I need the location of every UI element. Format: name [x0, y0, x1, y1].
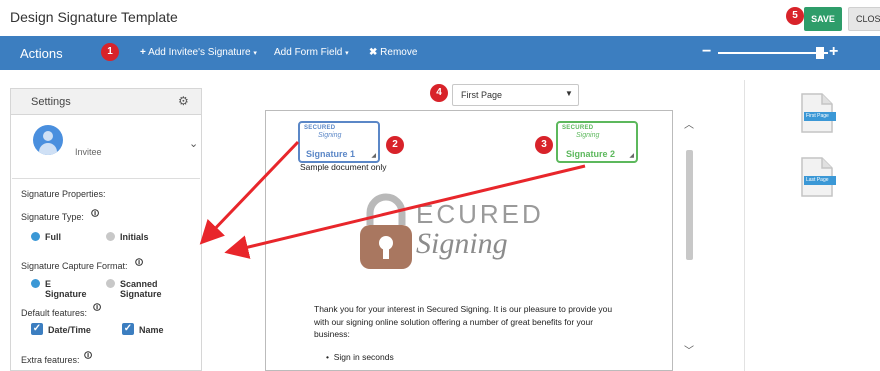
signature-properties-label: Signature Properties: [21, 189, 106, 199]
bullet-text: Sign in seconds [333, 352, 394, 362]
scroll-up-icon[interactable]: ︿ [682, 116, 696, 131]
e-signature-line1: E [45, 279, 52, 289]
signature-field-logo-script: Signing [576, 132, 600, 139]
gears-icon[interactable]: ⚙ [178, 94, 189, 108]
title-bar: Design Signature Template SAVE CLOSE 5 [0, 0, 880, 36]
signature-type-label: Signature Type: [21, 212, 84, 222]
add-form-field-label: Add Form Field [274, 47, 343, 58]
plus-icon: + [140, 47, 146, 58]
paragraph-line: Thank you for your interest in Secured S… [314, 304, 613, 314]
add-form-field-menu[interactable]: Add Form Field ▾ [274, 47, 349, 58]
radio-initials-label: Initials [120, 232, 149, 242]
zoom-slider-track[interactable] [718, 52, 828, 54]
checkbox-name-label: Name [139, 325, 164, 335]
radio-e-signature[interactable] [31, 279, 40, 288]
checkbox-date-time-label: Date/Time [48, 325, 91, 335]
page-select[interactable]: First Page ▼ [452, 84, 579, 106]
extra-features-label: Extra features: [21, 355, 80, 365]
e-signature-line2: Signature [45, 289, 87, 299]
info-icon[interactable]: 🛈 [91, 208, 99, 222]
radio-initials[interactable] [106, 232, 115, 241]
logo-script: Signing [416, 227, 508, 260]
scroll-thumb[interactable] [686, 150, 693, 260]
zoom-out-button[interactable]: − [702, 43, 711, 61]
remove-button[interactable]: ✖ Remove [369, 47, 417, 58]
signature-field-logo-script: Signing [318, 132, 342, 139]
signature-field-label: Signature 1 [306, 149, 356, 159]
callout-badge-1: 1 [101, 43, 119, 61]
scroll-down-icon[interactable]: ﹀ [682, 342, 696, 357]
callout-badge-2: 2 [386, 136, 404, 154]
zoom-slider-handle[interactable] [816, 47, 824, 59]
radio-full-label: Full [45, 232, 61, 242]
checkbox-date-time[interactable]: ✓ [31, 323, 43, 335]
logo-wordmark: ECURED [416, 199, 544, 229]
callout-badge-4: 4 [430, 84, 448, 102]
callout-badge-5: 5 [786, 7, 804, 25]
zoom-in-button[interactable]: + [829, 43, 838, 61]
callout-badge-3: 3 [535, 136, 553, 154]
bullet-icon: • [326, 352, 329, 362]
avatar-body [39, 143, 57, 155]
page-title: Design Signature Template [10, 9, 178, 25]
checkbox-name[interactable]: ✓ [122, 323, 134, 335]
caret-down-icon: ▾ [345, 50, 349, 57]
document-canvas[interactable]: SECURED Signing Signature 1 ◢ Sample doc… [265, 110, 673, 371]
capture-format-label: Signature Capture Format: [21, 261, 128, 271]
thumbnail-label: Last Page [804, 176, 836, 185]
avatar-head [43, 131, 53, 141]
settings-panel: Settings ⚙ Invitee ⌄ Signature Propertie… [10, 88, 202, 371]
divider [12, 178, 200, 179]
signature-field-1[interactable]: SECURED Signing Signature 1 ◢ [298, 121, 380, 163]
resize-grip-icon[interactable]: ◢ [629, 152, 634, 159]
radio-scanned-signature[interactable] [106, 279, 115, 288]
scanned-signature-line1: Scanned [120, 279, 158, 289]
document-scrollbar[interactable]: ︿ ﹀ [682, 110, 696, 371]
caret-down-icon: ▼ [565, 89, 573, 98]
page-select-value: First Page [461, 90, 503, 100]
paragraph-line: business: [314, 329, 350, 339]
signature-field-logo: SECURED [562, 125, 594, 131]
thumbnail-first-page[interactable]: First Page [800, 92, 836, 134]
close-button[interactable]: CLOSE [848, 7, 880, 31]
resize-grip-icon[interactable]: ◢ [371, 152, 376, 159]
info-icon[interactable]: 🛈 [84, 350, 92, 364]
radio-scanned-signature-label: Scanned Signature [120, 279, 162, 299]
actions-toolbar: Actions 1 + Add Invitee's Signature ▾ Ad… [0, 36, 880, 70]
secured-signing-lock-icon [360, 193, 412, 269]
save-button[interactable]: SAVE [804, 7, 842, 31]
paragraph-line: with our signing online solution offerin… [314, 316, 594, 327]
scanned-signature-line2: Signature [120, 289, 162, 299]
chevron-down-icon[interactable]: ⌄ [189, 137, 198, 150]
actions-label: Actions [20, 46, 63, 61]
sample-document-text: Sample document only [300, 162, 387, 172]
caret-down-icon: ▾ [253, 50, 257, 57]
x-icon: ✖ [369, 47, 378, 58]
intro-paragraph: Thank you for your interest in Secured S… [314, 303, 654, 341]
info-icon[interactable]: 🛈 [93, 302, 101, 316]
signature-field-logo: SECURED [304, 125, 336, 131]
default-features-label: Default features: [21, 308, 88, 318]
settings-title: Settings [31, 96, 71, 108]
signature-field-label: Signature 2 [566, 149, 616, 159]
signature-field-2[interactable]: SECURED Signing Signature 2 ◢ [556, 121, 638, 163]
remove-label: Remove [380, 47, 418, 58]
add-invitee-signature-menu[interactable]: + Add Invitee's Signature ▾ [140, 47, 257, 58]
add-invitee-signature-label: Add Invitee's Signature [148, 47, 251, 58]
info-icon[interactable]: 🛈 [135, 257, 143, 271]
thumbnail-label: First Page [804, 112, 836, 121]
radio-full[interactable] [31, 232, 40, 241]
radio-e-signature-label: E Signature [45, 279, 87, 299]
thumbnail-last-page[interactable]: Last Page [800, 156, 836, 198]
settings-header: Settings ⚙ [11, 89, 201, 115]
invitee-label: Invitee [75, 147, 102, 157]
avatar [33, 125, 63, 155]
bullet-item: • Sign in seconds [326, 351, 394, 364]
divider [744, 80, 745, 371]
